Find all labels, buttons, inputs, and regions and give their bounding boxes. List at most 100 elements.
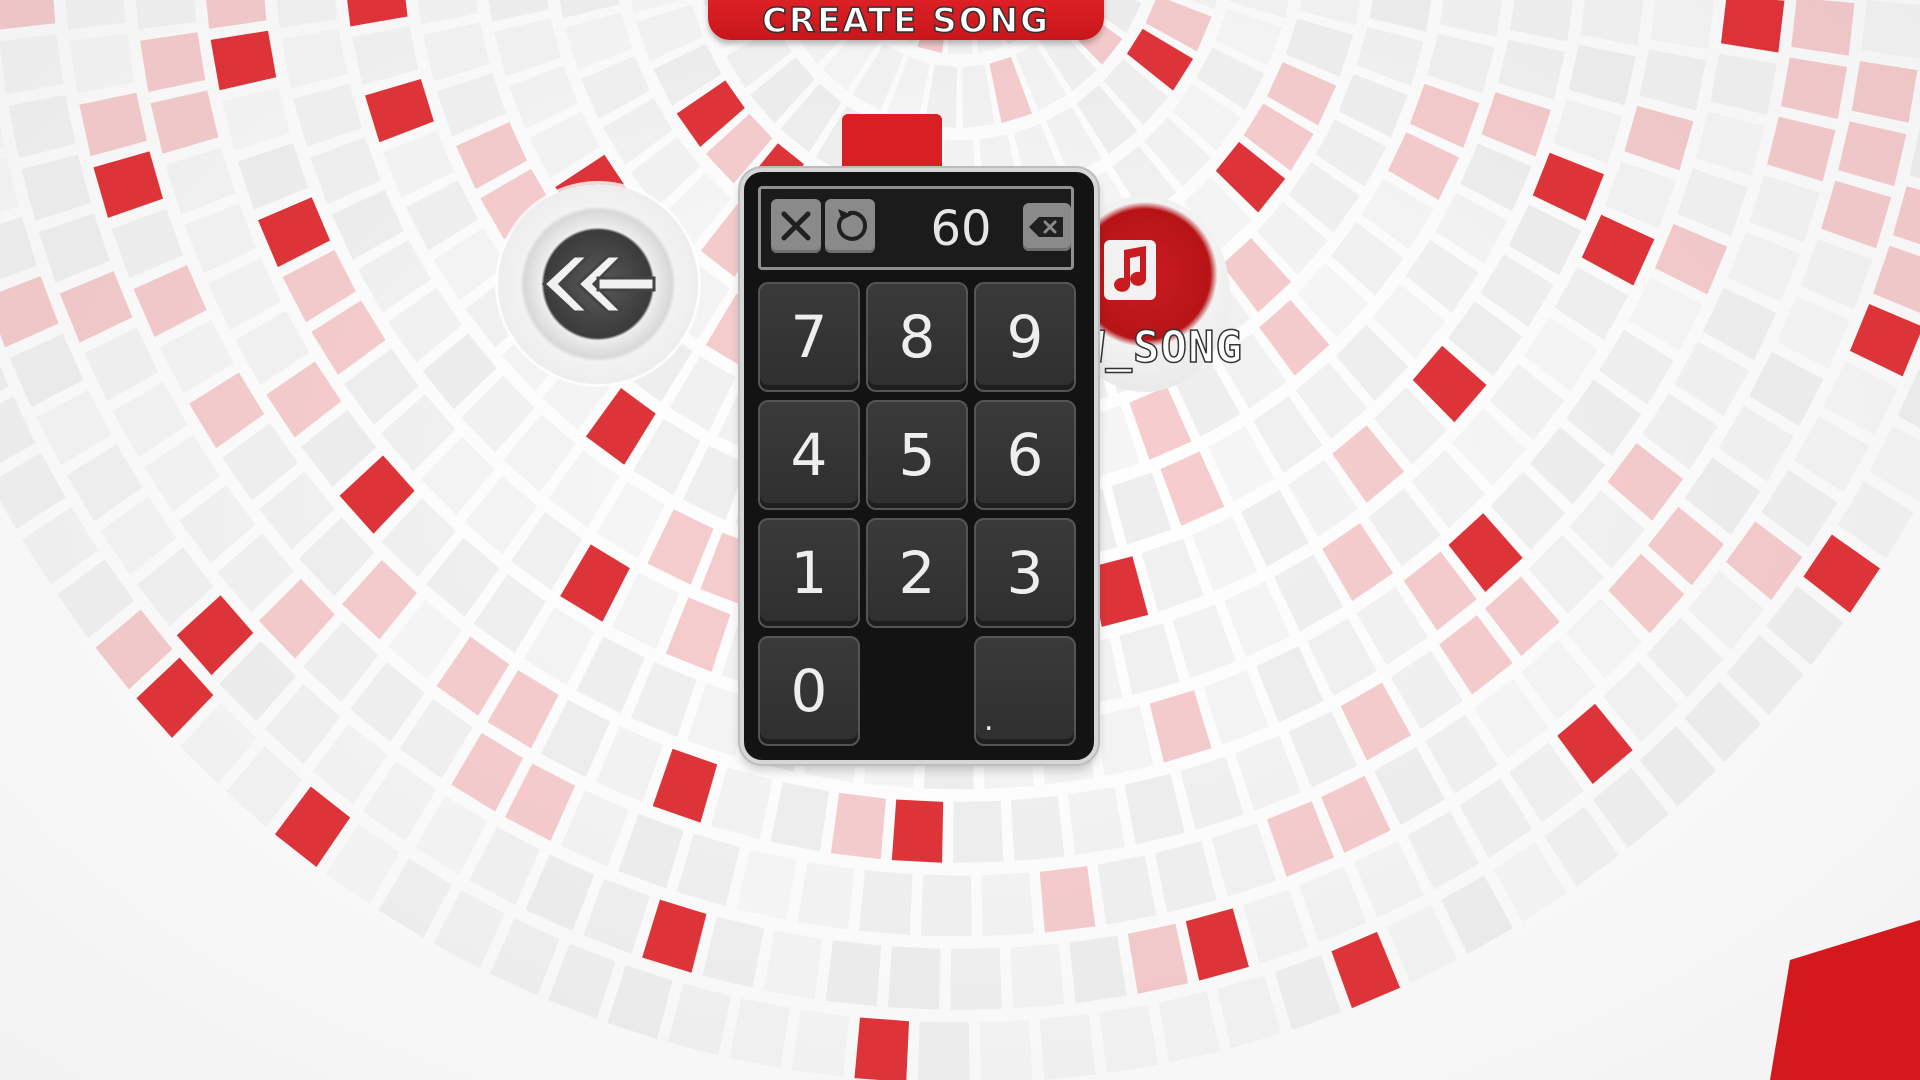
background-tile [352,26,419,86]
background-tile [729,998,790,1069]
key-2[interactable]: 2 [866,518,968,628]
background-tile [540,699,611,778]
background-tile [1639,49,1707,111]
background-tile [433,890,505,969]
create-song-button[interactable]: CREATE SONG [708,0,1104,40]
background-tile [0,0,56,30]
reset-button[interactable] [825,199,875,253]
key-4[interactable]: 4 [758,400,860,510]
red-block-corner [1770,920,1920,1080]
background-tile [1710,53,1777,115]
new-song-label: W_SONG [1077,321,1243,374]
background-tile [1217,975,1282,1048]
background-tile [647,509,714,585]
background-tile [0,276,59,348]
key-decimal[interactable]: . [974,636,1076,746]
background-tile [210,30,277,91]
background-tile [1727,231,1800,303]
key-6[interactable]: 6 [974,400,1076,510]
background-tile [736,849,797,920]
background-tile [1158,991,1221,1063]
background-tile [9,333,84,408]
key-1[interactable]: 1 [758,518,860,628]
background-tile [489,918,560,996]
key-0[interactable]: 0 [758,636,860,746]
background-tile [1119,623,1180,695]
background-tile [1440,875,1514,955]
background-tile [0,125,4,148]
background-tile [165,147,236,215]
background-tile [65,0,126,30]
background-tile [1909,126,1920,179]
background-tile [611,572,680,650]
background-tile [1097,855,1157,925]
background-tile [414,795,488,875]
close-icon [781,211,811,241]
background-tile [1498,39,1566,100]
key-5[interactable]: 5 [866,400,968,510]
background-tile [150,90,219,154]
background-tile [207,258,282,331]
background-tile [887,946,941,1010]
background-tile [1369,0,1432,32]
background-tile [488,0,549,22]
background-tile [979,1020,1033,1080]
key-3[interactable]: 3 [974,518,1076,628]
background-tile [1532,152,1604,221]
background-tile [1439,0,1503,37]
background-tile [221,87,291,151]
background-tile [797,861,855,930]
background-tile [825,940,882,1007]
background-tile [423,22,490,82]
background-tile [565,12,633,70]
background-tile [1581,214,1655,286]
background-tile [763,930,823,1000]
back-button[interactable] [498,184,698,384]
key-8[interactable]: 8 [866,282,968,392]
background-tile [1794,416,1870,493]
background-tile [1695,111,1765,177]
background-tile [1823,360,1898,436]
background-tile [1039,866,1096,933]
background-tile [1321,775,1391,853]
background-tile [1781,57,1848,119]
background-tile [1211,823,1277,897]
background-tile [36,389,112,466]
background-tile [1873,245,1920,313]
key-7[interactable]: 7 [758,282,860,392]
background-tile [1149,690,1212,763]
key-9[interactable]: 9 [974,282,1076,392]
background-tile [652,748,718,823]
background-tile [1256,646,1324,723]
background-tile [1838,121,1907,187]
backspace-icon [1029,217,1063,237]
background-tile [1749,351,1824,427]
background-tile [1749,174,1820,243]
background-tile [79,92,147,157]
background-tile [547,943,616,1020]
background-tile [237,143,309,210]
background-tile [1721,0,1785,53]
background-tile [1010,943,1065,1009]
background-tile [135,0,197,30]
music-note-icon [1104,240,1156,300]
background-tile [276,0,338,28]
background-tile [953,800,1004,863]
background-tile [1409,83,1480,148]
background-tile [854,1017,910,1080]
background-tile [1427,33,1495,94]
background-tile [950,948,1002,1010]
background-tile [347,0,408,27]
background-tile [1553,99,1623,164]
background-tile [1861,0,1920,59]
background-tile [1160,451,1225,526]
close-button[interactable] [771,199,821,253]
background-tile [1288,711,1358,788]
backspace-button[interactable] [1023,203,1071,251]
background-tile [1203,670,1269,745]
background-tile [1849,304,1920,377]
background-tile [93,151,164,218]
reset-icon [837,209,868,241]
background-tile [1180,756,1244,830]
background-tile [1099,1004,1159,1074]
